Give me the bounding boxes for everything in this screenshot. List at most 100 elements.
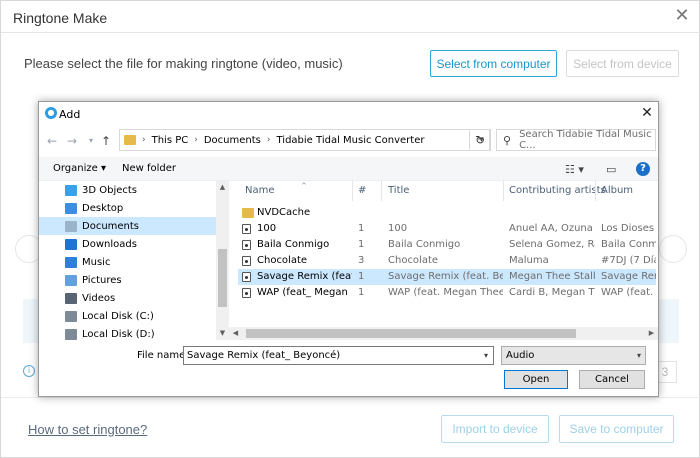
search-box[interactable]: ⚲ Search Tidabie Tidal Music C... <box>496 129 656 151</box>
dialog-close-icon[interactable]: ✕ <box>639 104 655 122</box>
sort-ascending-icon: ^ <box>301 182 307 190</box>
nav-item-label: Pictures <box>82 274 122 286</box>
search-placeholder: Search Tidabie Tidal Music C... <box>519 129 652 151</box>
view-options-icon[interactable]: ☷ ▾ <box>565 163 584 176</box>
file-list-scrollbar[interactable]: ◀ ▶ <box>229 327 658 340</box>
close-icon[interactable]: ✕ <box>673 6 691 24</box>
folder-icon <box>124 135 136 145</box>
file-row[interactable]: WAP (feat_ Megan ... 1 WAP (feat. Megan … <box>238 285 656 301</box>
file-name: WAP (feat_ Megan ... <box>257 287 352 298</box>
nav-item-local-disk-d[interactable]: Local Disk (D:) <box>39 325 217 340</box>
nav-item-local-disk-c[interactable]: Local Disk (C:) <box>39 307 217 325</box>
nav-item-label: Local Disk (D:) <box>82 328 155 340</box>
nav-item-pictures[interactable]: Pictures <box>39 271 217 289</box>
scroll-up-icon[interactable]: ▲ <box>216 181 229 194</box>
column-header-name[interactable]: ^ Name <box>245 182 307 201</box>
videos-icon <box>65 292 77 304</box>
file-album: Baila Conm <box>601 239 656 250</box>
recent-chevron-icon[interactable]: ▾ <box>84 133 98 149</box>
nav-item-videos[interactable]: Videos <box>39 289 217 307</box>
file-number: 1 <box>358 287 365 298</box>
nav-item-music[interactable]: Music <box>39 253 217 271</box>
address-bar[interactable]: › This PC › Documents › Tidabie Tidal Mu… <box>119 129 490 151</box>
select-from-device-button[interactable]: Select from device <box>566 50 679 77</box>
ringtone-make-window: Ringtone Make ✕ Please select the file f… <box>0 0 700 458</box>
cancel-button[interactable]: Cancel <box>579 370 645 389</box>
pictures-icon <box>65 274 77 286</box>
scroll-thumb[interactable] <box>218 249 227 307</box>
file-row[interactable]: Chocolate 3 Chocolate Maluma #7DJ (7 Día… <box>238 253 656 269</box>
navigation-pane: 3D Objects Desktop Documents Downloads M… <box>39 181 229 340</box>
path-separator: › <box>194 135 198 145</box>
path-current-folder[interactable]: Tidabie Tidal Music Converter <box>277 135 425 146</box>
refresh-icon[interactable]: ↻ <box>469 129 491 151</box>
new-folder-button[interactable]: New folder <box>122 163 176 174</box>
column-header-artists[interactable]: Contributing artists <box>509 185 606 201</box>
nav-item-downloads[interactable]: Downloads <box>39 235 217 253</box>
file-artists: Maluma <box>509 255 549 266</box>
open-button[interactable]: Open <box>504 370 568 389</box>
file-row[interactable]: Baila Conmigo 1 Baila Conmigo Selena Gom… <box>238 237 656 253</box>
column-header-title[interactable]: Title <box>388 185 409 201</box>
column-divider[interactable] <box>595 181 596 201</box>
nav-item-label: 3D Objects <box>82 184 138 196</box>
file-row-selected[interactable]: Savage Remix (feat_... 1 Savage Remix (f… <box>238 269 656 285</box>
nav-item-documents[interactable]: Documents <box>39 217 217 235</box>
column-header-album[interactable]: Album <box>601 185 633 201</box>
column-divider[interactable] <box>503 181 504 201</box>
file-title: Chocolate <box>388 255 439 266</box>
scroll-thumb[interactable] <box>246 329 576 338</box>
desktop-icon <box>65 202 77 214</box>
file-name: Chocolate <box>257 255 308 266</box>
forward-arrow-icon[interactable]: → <box>65 133 79 149</box>
organize-menu[interactable]: Organize ▾ <box>53 163 106 174</box>
title-divider <box>1 32 700 33</box>
path-documents[interactable]: Documents <box>204 135 261 146</box>
file-name-input[interactable]: Savage Remix (feat_ Beyoncé) <box>183 346 494 365</box>
how-to-set-ringtone-link[interactable]: How to set ringtone? <box>28 422 147 437</box>
save-to-computer-button[interactable]: Save to computer <box>559 415 674 443</box>
preview-pane-icon[interactable]: ▭ <box>606 163 616 176</box>
file-type-select[interactable]: Audio ▾ <box>501 346 646 365</box>
audio-file-icon <box>242 288 251 298</box>
file-album: WAP (feat. Me <box>601 287 656 298</box>
column-divider[interactable] <box>381 181 382 201</box>
file-title: Savage Remix (feat. Beyo... <box>388 271 503 282</box>
scroll-right-icon[interactable]: ▶ <box>645 327 658 340</box>
nav-item-label: Videos <box>82 292 116 304</box>
scroll-left-icon[interactable]: ◀ <box>229 327 242 340</box>
chevron-down-icon: ▾ <box>636 351 641 360</box>
file-name-label: File name: <box>137 350 189 361</box>
back-arrow-icon[interactable]: ← <box>45 133 59 149</box>
add-file-dialog: ● Add ✕ ← → ▾ ↑ › This PC › Documents › … <box>38 101 659 397</box>
file-name-dropdown-icon[interactable]: ▾ <box>478 346 494 365</box>
file-list: ^ Name # Title Contributing artists Albu… <box>236 181 658 340</box>
scroll-down-icon[interactable]: ▼ <box>216 327 229 340</box>
nav-item-desktop[interactable]: Desktop <box>39 199 217 217</box>
folder-icon <box>242 208 254 218</box>
file-row-folder[interactable]: NVDCache <box>238 205 656 221</box>
column-divider[interactable] <box>352 181 353 201</box>
nav-item-label: Music <box>82 256 111 268</box>
select-from-computer-button[interactable]: Select from computer <box>430 50 557 77</box>
file-name: Savage Remix (feat_... <box>257 271 352 282</box>
file-name: NVDCache <box>257 207 311 218</box>
file-artists: Selena Gomez, Ra... <box>509 239 595 250</box>
file-title: 100 <box>388 223 408 234</box>
navigation-scrollbar[interactable]: ▲ ▼ <box>216 181 229 340</box>
file-number: 1 <box>358 271 365 282</box>
documents-icon <box>65 220 77 232</box>
nav-item-3d-objects[interactable]: 3D Objects <box>39 181 217 199</box>
file-number: 1 <box>358 223 365 234</box>
file-row[interactable]: 100 1 100 Anuel AA, Ozuna Los Dioses <box>238 221 656 237</box>
import-to-device-button[interactable]: Import to device <box>441 415 549 443</box>
path-this-pc[interactable]: This PC <box>152 135 189 146</box>
next-arrow-icon[interactable] <box>659 235 687 263</box>
column-header-number[interactable]: # <box>358 185 366 201</box>
drive-icon <box>65 328 77 340</box>
help-icon[interactable]: ? <box>636 162 650 176</box>
file-number: 3 <box>358 255 365 266</box>
window-title: Ringtone Make <box>13 10 108 26</box>
up-arrow-icon[interactable]: ↑ <box>99 133 113 149</box>
nav-item-label: Downloads <box>82 238 137 250</box>
